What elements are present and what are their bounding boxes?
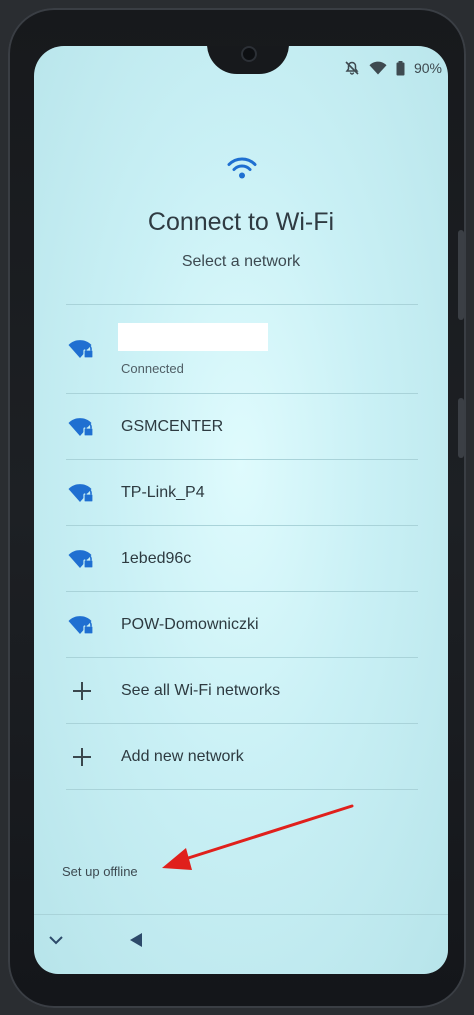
network-list: Connected GSMCENTER TP-Link_P4 1ebed96c … xyxy=(66,304,418,790)
network-item[interactable]: TP-Link_P4 xyxy=(66,459,418,525)
network-name: 1ebed96c xyxy=(121,549,192,567)
muted-bell-icon xyxy=(344,60,360,76)
see-all-networks-button[interactable]: See all Wi-Fi networks xyxy=(66,657,418,723)
battery-icon xyxy=(396,60,405,76)
network-item[interactable]: 1ebed96c xyxy=(66,525,418,591)
network-name: TP-Link_P4 xyxy=(121,483,205,501)
network-item-connected[interactable]: Connected xyxy=(66,304,418,393)
status-bar: 90% xyxy=(344,58,442,78)
network-name: GSMCENTER xyxy=(121,417,224,435)
wifi-lock-icon xyxy=(68,336,96,362)
network-item[interactable]: POW-Domowniczki xyxy=(66,591,418,657)
set-up-offline-button[interactable]: Set up offline xyxy=(62,864,138,879)
chevron-down-icon[interactable] xyxy=(48,933,64,951)
add-network-button[interactable]: Add new network xyxy=(66,723,418,790)
page-subtitle: Select a network xyxy=(181,253,301,270)
back-icon[interactable] xyxy=(128,932,144,953)
network-name-redacted xyxy=(118,322,268,351)
plus-icon xyxy=(68,744,96,770)
wifi-lock-icon xyxy=(68,414,96,440)
power-button xyxy=(458,398,464,458)
wifi-lock-icon xyxy=(68,546,96,572)
wifi-icon xyxy=(227,156,257,185)
plus-icon xyxy=(68,678,96,704)
screen: 90% Connect to Wi-Fi Select a network Co… xyxy=(34,46,448,974)
add-network-label: Add new network xyxy=(121,747,244,765)
see-all-networks-label: See all Wi-Fi networks xyxy=(121,681,281,699)
volume-button xyxy=(458,230,464,320)
network-item[interactable]: GSMCENTER xyxy=(66,393,418,459)
page-title: Connect to Wi-Fi xyxy=(147,208,335,236)
phone-frame: 90% Connect to Wi-Fi Select a network Co… xyxy=(8,8,466,1008)
wifi-lock-icon xyxy=(68,612,96,638)
navigation-bar xyxy=(34,914,448,974)
network-name: POW-Domowniczki xyxy=(121,615,259,633)
wifi-lock-icon xyxy=(68,480,96,506)
battery-percent: 90% xyxy=(413,60,442,76)
network-status: Connected xyxy=(121,360,184,376)
front-camera xyxy=(241,46,257,62)
wifi-icon xyxy=(369,61,387,75)
